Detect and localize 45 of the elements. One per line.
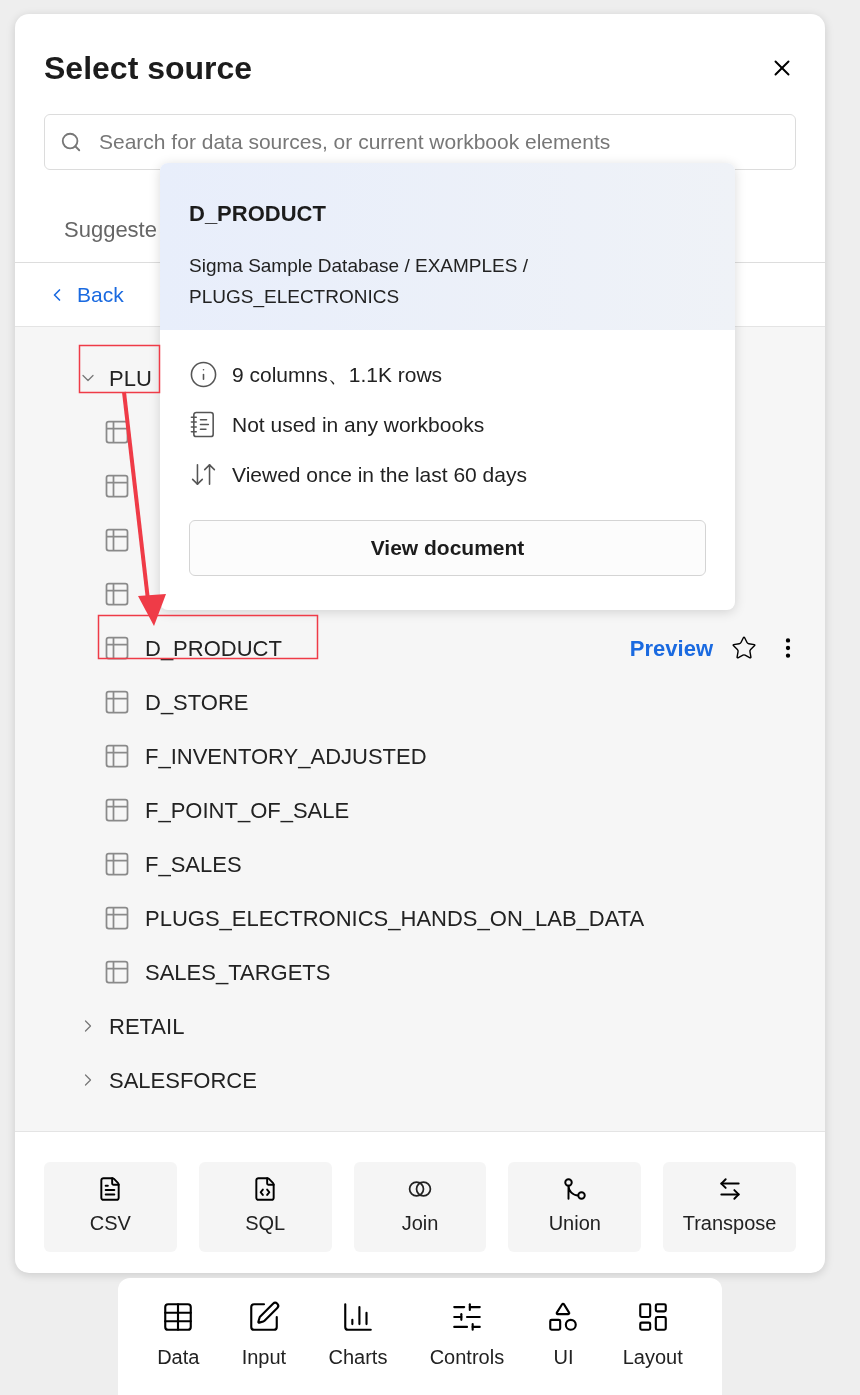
search-icon — [60, 131, 82, 153]
dock-button[interactable]: UI — [546, 1300, 581, 1380]
table-name[interactable]: F_INVENTORY_ADJUSTED — [145, 739, 427, 773]
table-name[interactable]: F_POINT_OF_SALE — [145, 793, 350, 827]
table-icon — [103, 688, 131, 716]
table-icon — [103, 418, 131, 446]
merge-icon — [561, 1176, 588, 1202]
action-button[interactable]: SQL — [198, 1162, 332, 1252]
star-icon[interactable] — [731, 635, 757, 661]
fact-text: 9 columns、1.1K rows — [232, 361, 443, 388]
action-button[interactable]: Union — [508, 1162, 642, 1252]
table-name[interactable]: SALES_TARGETS — [145, 955, 331, 989]
action-button[interactable]: CSV — [44, 1162, 177, 1252]
dock-button[interactable]: Controls — [429, 1300, 505, 1380]
info-icon — [189, 360, 218, 389]
table-icon — [103, 472, 131, 500]
back-link[interactable]: Back — [77, 278, 124, 311]
action-button[interactable]: Transpose — [663, 1162, 796, 1252]
table-icon — [103, 526, 131, 554]
dock-button[interactable]: Charts — [328, 1300, 388, 1380]
view-document-button[interactable]: View document — [189, 520, 706, 576]
table-icon — [103, 850, 131, 878]
dock-button[interactable]: Input — [241, 1300, 287, 1380]
table-name[interactable]: PLUGS_ELECTRONICS_HANDS_ON_LAB_DATA — [145, 901, 645, 935]
table-icon — [103, 958, 131, 986]
table-name[interactable]: D_PRODUCT — [145, 631, 282, 665]
fact-text: Not used in any workbooks — [232, 411, 485, 438]
folder-name[interactable]: SALESFORCE — [109, 1063, 257, 1097]
dock-button[interactable]: Layout — [622, 1300, 683, 1380]
dock-button[interactable]: Data — [157, 1300, 200, 1380]
preview-link[interactable]: Preview — [629, 631, 713, 665]
fact-text: Viewed once in the last 60 days — [232, 461, 527, 488]
popover-title: D_PRODUCT — [189, 200, 327, 228]
table-icon — [103, 742, 131, 770]
table-name[interactable]: D_STORE — [145, 685, 249, 719]
dialog-title: Select source — [44, 49, 253, 88]
table-icon — [103, 580, 131, 608]
table-icon — [103, 904, 131, 932]
search-field[interactable]: Search for data sources, or current workbook elements — [44, 114, 796, 170]
table-icon — [103, 796, 131, 824]
action-button[interactable]: Join — [353, 1162, 487, 1252]
source-path: Sigma Sample Database / EXAMPLES / PLUGS_ELECTRONICS — [189, 254, 529, 310]
table-name[interactable]: F_SALES — [145, 847, 242, 881]
tab[interactable]: Suggeste — [64, 213, 157, 246]
folder-name[interactable]: RETAIL — [109, 1009, 185, 1043]
